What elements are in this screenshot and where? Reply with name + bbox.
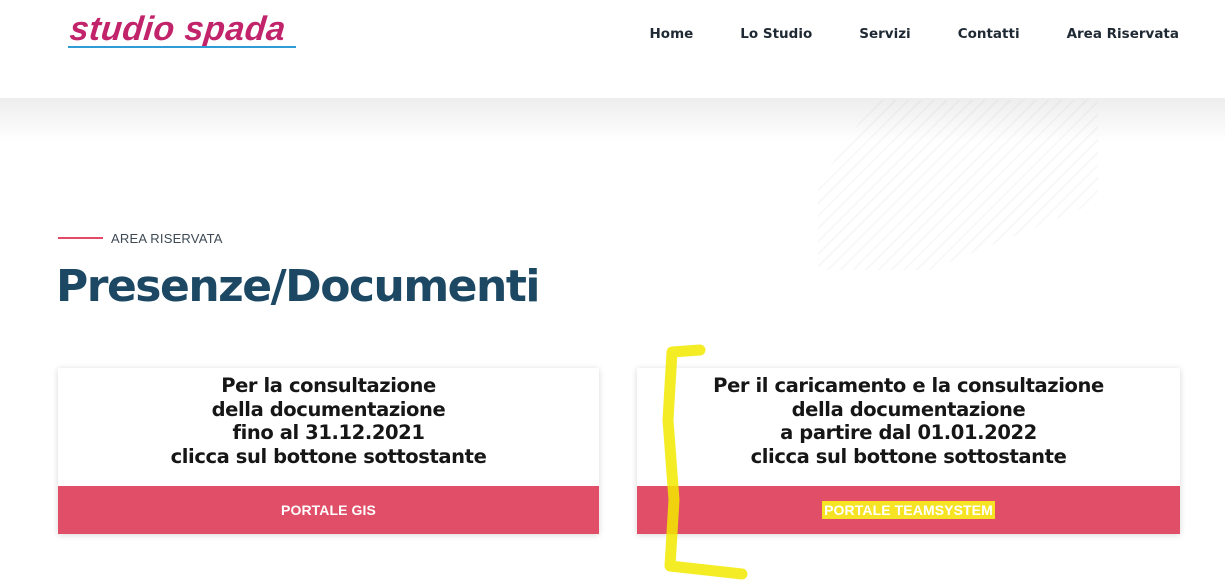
section-eyebrow: AREA RISERVATA xyxy=(58,229,223,247)
eyebrow-text: AREA RISERVATA xyxy=(111,230,223,246)
card-teamsystem-line-2: della documentazione xyxy=(791,397,1026,421)
portale-gis-label: PORTALE GIS xyxy=(281,502,376,518)
card-gis-line-1: Per la consultazione xyxy=(221,374,436,397)
portale-teamsystem-label: PORTALE TEAMSYSTEM xyxy=(822,501,995,519)
card-teamsystem-line-3: a partire dal 01.01.2022 xyxy=(780,421,1037,444)
logo-underline xyxy=(68,46,296,48)
nav-home[interactable]: Home xyxy=(650,26,694,42)
eyebrow-line xyxy=(58,237,103,239)
nav-lo-studio[interactable]: Lo Studio xyxy=(740,26,812,42)
logo-text: studio spada xyxy=(68,10,288,48)
nav-area-riservata[interactable]: Area Riservata xyxy=(1067,26,1179,42)
card-teamsystem-text: Per il caricamento e la consultazione de… xyxy=(637,374,1180,468)
page-title: Presenze/Documenti xyxy=(56,261,540,312)
main-nav: Home Lo Studio Servizi Contatti Area Ris… xyxy=(603,26,1180,42)
nav-servizi[interactable]: Servizi xyxy=(859,26,910,42)
site-header: studio spada Home Lo Studio Servizi Cont… xyxy=(0,0,1225,98)
nav-contatti[interactable]: Contatti xyxy=(958,26,1020,42)
portale-teamsystem-button[interactable]: PORTALE TEAMSYSTEM xyxy=(637,486,1180,534)
logo[interactable]: studio spada xyxy=(68,10,296,54)
card-gis-line-3: fino al 31.12.2021 xyxy=(232,421,425,444)
card-gis-text: Per la consultazione della documentazion… xyxy=(58,374,599,468)
portale-gis-button[interactable]: PORTALE GIS xyxy=(58,486,599,534)
card-gis: Per la consultazione della documentazion… xyxy=(58,368,599,534)
card-teamsystem: Per il caricamento e la consultazione de… xyxy=(637,368,1180,534)
card-teamsystem-line-4: clicca sul bottone sottostante xyxy=(750,444,1067,468)
card-gis-line-2: della documentazione xyxy=(211,397,446,421)
card-gis-line-4: clicca sul bottone sottostante xyxy=(170,444,487,468)
card-teamsystem-line-1: Per il caricamento e la consultazione xyxy=(713,374,1104,397)
decorative-stripes xyxy=(818,100,1098,270)
